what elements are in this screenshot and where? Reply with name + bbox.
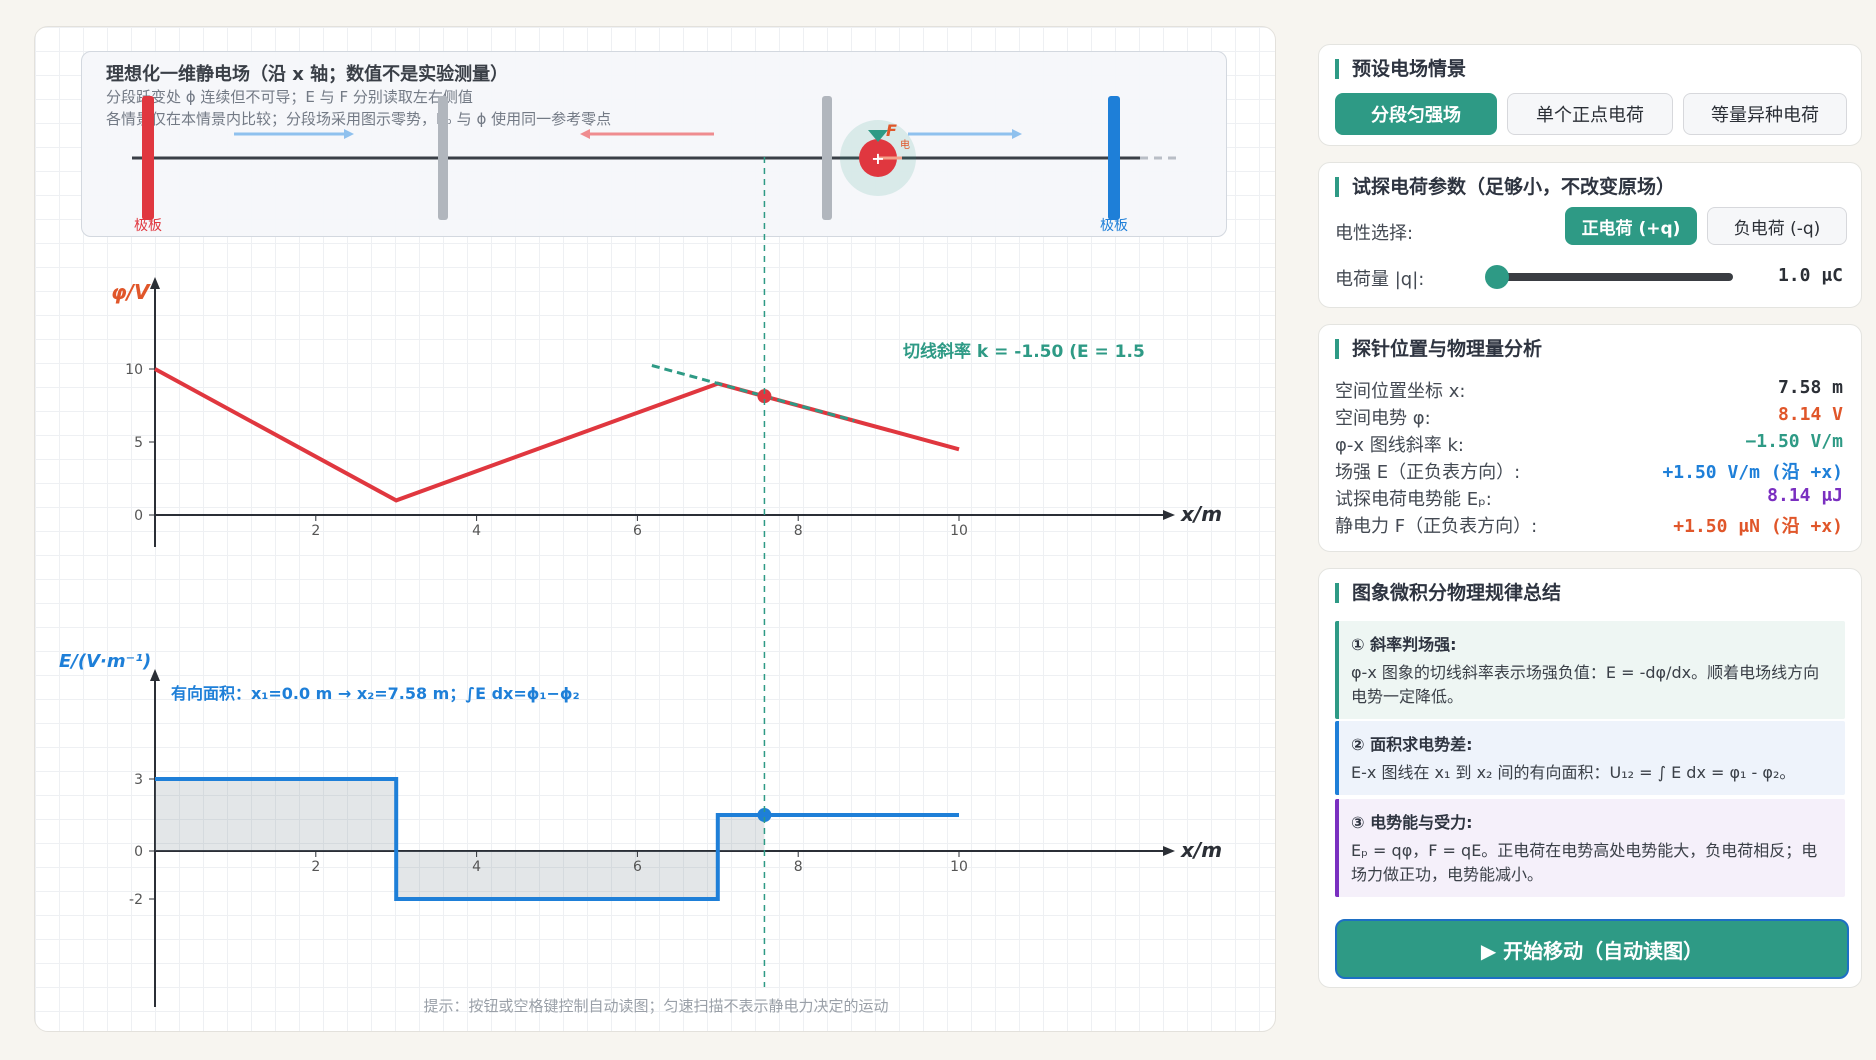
- preset-dipole-button[interactable]: 等量异种电荷: [1683, 93, 1847, 135]
- phi-ylabel: φ/V: [111, 280, 151, 304]
- phi-y-tick-label: 5: [134, 435, 143, 451]
- left-plate: [142, 96, 154, 220]
- preset-title: 预设电场情景: [1335, 59, 1466, 79]
- amount-label: 电荷量 |q|:: [1335, 269, 1425, 290]
- phi-x-tick-label: 8: [794, 523, 803, 539]
- law-energy-text: Eₚ = qφ，F = qE。正电荷在电势高处电势能大，负电荷相反；电场力做正功…: [1351, 841, 1818, 884]
- law-area: ② 面积求电势差: E-x 图线在 x₁ 到 x₂ 间的有向面积：U₁₂ = ∫…: [1335, 721, 1845, 795]
- phi-y-tick-label: 10: [125, 362, 143, 378]
- analysis-row-value: 8.14 V: [1777, 404, 1843, 425]
- tangent-label: 切线斜率 k = -1.50 (E = 1.5: [903, 341, 1145, 362]
- phi-series-line: [154, 367, 960, 503]
- phi-y-tick-label: 0: [134, 508, 143, 524]
- analysis-row-value: −1.50 V/m: [1745, 431, 1843, 452]
- analysis-card: 探针位置与物理量分析 空间位置坐标 x: 7.58 m 空间电势 φ: 8.14 V φ…: [1318, 324, 1862, 552]
- boundary-2: [822, 96, 832, 220]
- phi-y-arrow: [150, 277, 160, 289]
- scene-svg: + F 电 极板 极板: [132, 96, 1178, 234]
- e-x-tick-label: 4: [472, 859, 481, 875]
- e-xlabel: x/m: [1180, 838, 1222, 862]
- right-plate: [1108, 96, 1120, 220]
- law-energy: ③ 电势能与受力: Eₚ = qφ，F = qE。正电荷在电势高处电势能大，负电…: [1335, 799, 1845, 897]
- e-y-arrow: [150, 669, 160, 681]
- charge-slider-thumb[interactable]: [1485, 265, 1509, 289]
- phi-x-tick-label: 10: [950, 523, 968, 539]
- law-slope: ① 斜率判场强: φ-x 图象的切线斜率表示场强负值：E = -dφ/dx。顺着…: [1335, 621, 1845, 719]
- hint-text: 提示：按钮或空格键控制自动读图；匀速扫描不表示静电力决定的运动: [423, 997, 889, 1015]
- charge-sign: +: [871, 149, 884, 168]
- law-slope-title: ① 斜率判场强:: [1351, 635, 1457, 654]
- preset-uniform-button[interactable]: 分段匀强场: [1335, 93, 1497, 135]
- left-plate-label: 极板: [134, 218, 162, 234]
- analysis-row-value: +1.50 V/m (沿 +x): [1662, 462, 1843, 483]
- phi-x-tick-label: 4: [472, 523, 481, 539]
- preset-point-charge-button[interactable]: 单个正点电荷: [1507, 93, 1673, 135]
- negative-charge-button[interactable]: 负电荷 (-q): [1707, 207, 1847, 245]
- e-shaded-area: [155, 779, 765, 899]
- analysis-row-label: 场强 E（正负表方向）:: [1335, 462, 1521, 483]
- law-slope-text: φ-x 图象的切线斜率表示场强负值：E = -dφ/dx。顺着电场线方向电势一定…: [1351, 663, 1820, 706]
- analysis-row-value: +1.50 μN (沿 +x): [1673, 516, 1843, 537]
- force-label: F: [886, 121, 897, 140]
- analysis-row-label: φ-x 图线斜率 k:: [1335, 435, 1464, 456]
- charge-title: 试探电荷参数（足够小，不改变原场）: [1335, 177, 1675, 197]
- e-chart: E/(V·m⁻¹) x/m 有向面积：x₁=0.0 m → x₂=7.58 m；…: [59, 651, 1222, 1007]
- field-arrow-left-head: [580, 129, 590, 139]
- boundary-1: [438, 96, 448, 220]
- phi-x-tick-label: 2: [311, 523, 320, 539]
- e-x-tick-label: 8: [794, 859, 803, 875]
- e-y-tick-label: 3: [134, 772, 143, 788]
- e-y-tick-label: -2: [129, 892, 143, 908]
- e-x-tick-label: 2: [311, 859, 320, 875]
- amount-value: 1.0 μC: [1777, 265, 1843, 286]
- laws-card: 图象微积分物理规律总结 ① 斜率判场强: φ-x 图象的切线斜率表示场强负值：E…: [1318, 568, 1862, 988]
- law-energy-title: ③ 电势能与受力:: [1351, 813, 1473, 832]
- e-y-tick-label: 0: [134, 844, 143, 860]
- analysis-row-label: 空间位置坐标 x:: [1335, 381, 1466, 402]
- analysis-row-value: 7.58 m: [1777, 377, 1843, 398]
- e-x-arrow: [1163, 846, 1175, 856]
- law-area-title: ② 面积求电势差:: [1351, 735, 1473, 754]
- phi-x-tick-label: 6: [633, 523, 642, 539]
- field-arrow-right-2-head: [1012, 129, 1022, 139]
- right-plate-label: 极板: [1100, 218, 1128, 234]
- polarity-label: 电性选择:: [1335, 223, 1414, 244]
- positive-charge-button[interactable]: 正电荷 (+q): [1565, 207, 1697, 245]
- charge-card: 试探电荷参数（足够小，不改变原场） 电性选择: 正电荷 (+q) 负电荷 (-q…: [1318, 162, 1862, 308]
- visualization-panel: 理想化一维静电场（沿 x 轴；数值不是实验测量） 分段跃变处 ϕ 连续但不可导；…: [34, 26, 1276, 1032]
- area-label: 有向面积：x₁=0.0 m → x₂=7.58 m；∫E dx=ϕ₁−ϕ₂: [171, 684, 580, 703]
- phi-probe-point: [757, 389, 772, 404]
- preset-card: 预设电场情景 分段匀强场 单个正点电荷 等量异种电荷: [1318, 44, 1862, 146]
- analysis-row-value: 8.14 μJ: [1767, 485, 1843, 506]
- laws-title: 图象微积分物理规律总结: [1335, 583, 1561, 603]
- force-label-sub: 电: [900, 138, 910, 151]
- analysis-row-label: 静电力 F（正负表方向）:: [1335, 516, 1538, 537]
- analysis-row-label: 试探电荷电势能 Eₚ:: [1335, 489, 1492, 510]
- analysis-row-label: 空间电势 φ:: [1335, 408, 1431, 429]
- start-move-button[interactable]: ▶ 开始移动（自动读图）: [1335, 919, 1849, 979]
- phi-xlabel: x/m: [1180, 502, 1222, 526]
- phi-chart: φ/V x/m 2 4 6 8 10 10 5 0 切线斜率 k = -1.50 (E = 1…: [111, 277, 1222, 547]
- field-scene: 理想化一维静电场（沿 x 轴；数值不是实验测量） 分段跃变处 ϕ 连续但不可导；…: [81, 51, 1227, 237]
- e-x-tick-label: 6: [633, 859, 642, 875]
- e-ylabel: E/(V·m⁻¹): [59, 651, 151, 672]
- phi-x-arrow: [1163, 510, 1175, 520]
- field-arrow-right-head: [344, 129, 354, 139]
- e-probe-point: [757, 808, 772, 822]
- e-x-tick-label: 10: [950, 859, 968, 875]
- charge-slider[interactable]: [1485, 265, 1733, 289]
- analysis-title: 探针位置与物理量分析: [1335, 339, 1542, 359]
- law-area-text: E-x 图线在 x₁ 到 x₂ 间的有向面积：U₁₂ = ∫ E dx = φ₁…: [1351, 763, 1796, 782]
